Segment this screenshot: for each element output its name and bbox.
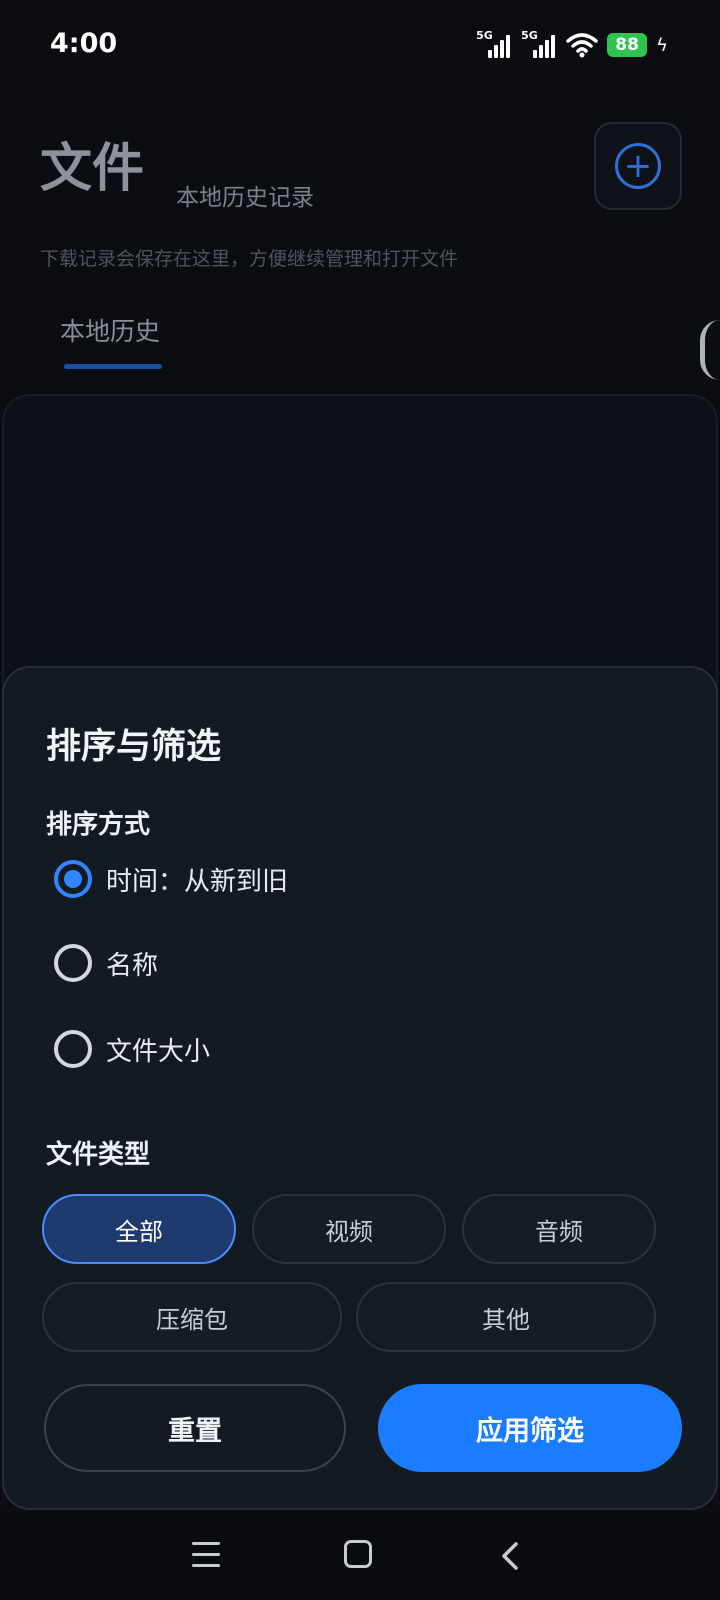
wifi-icon <box>566 33 598 58</box>
radio-unchecked-icon[interactable] <box>54 944 92 982</box>
chip-all[interactable]: 全部 <box>42 1194 236 1264</box>
reset-button[interactable]: 重置 <box>44 1384 346 1472</box>
screen: 4:00 5G 5G 88 ϟ 文件 本地历史记录 + 下载记录会保存在这里，方… <box>0 0 720 1600</box>
back-chevron-icon[interactable] <box>500 1542 520 1570</box>
sort-option-label: 名称 <box>106 950 159 981</box>
sort-option-label: 时间：从新到旧 <box>106 866 289 897</box>
chip-video[interactable]: 视频 <box>252 1194 446 1264</box>
chip-audio[interactable]: 音频 <box>462 1194 656 1264</box>
chip-other[interactable]: 其他 <box>356 1282 656 1352</box>
plus-circle-icon: + <box>615 143 661 189</box>
signal-icon: 5G <box>521 29 557 58</box>
navigation-bar <box>0 1512 720 1600</box>
battery-icon: 88 <box>607 33 648 57</box>
signal-icon: 5G <box>476 29 512 58</box>
type-section-label: 文件类型 <box>46 1140 151 1170</box>
sort-option-size[interactable]: 文件大小 <box>54 1024 210 1074</box>
tab-local-history[interactable]: 本地历史 <box>60 312 160 348</box>
sort-option-time[interactable]: 时间：从新到旧 <box>54 854 288 904</box>
sheet-title: 排序与筛选 <box>46 727 222 767</box>
charging-icon: ϟ <box>656 34 668 56</box>
sort-section-label: 排序方式 <box>46 810 151 840</box>
tab-indicator <box>64 364 162 369</box>
sort-option-label: 文件大小 <box>106 1036 211 1067</box>
chip-archive[interactable]: 压缩包 <box>42 1282 342 1352</box>
page-description: 下载记录会保存在这里，方便继续管理和打开文件 <box>40 248 459 270</box>
status-bar: 4:00 5G 5G 88 ϟ <box>0 0 720 92</box>
apply-filter-button[interactable]: 应用筛选 <box>378 1384 682 1472</box>
status-icons: 5G 5G 88 ϟ <box>476 29 668 58</box>
edge-handle[interactable] <box>700 320 720 380</box>
sort-filter-sheet: 排序与筛选 排序方式 时间：从新到旧 名称 文件大小 文件类型 全部 视频 音频… <box>2 666 718 1510</box>
signal-tag: 5G <box>521 29 538 42</box>
menu-icon[interactable] <box>192 1542 220 1568</box>
add-button[interactable]: + <box>594 122 682 210</box>
radio-unchecked-icon[interactable] <box>54 1030 92 1068</box>
page-subtitle: 本地历史记录 <box>176 185 314 211</box>
radio-checked-icon[interactable] <box>54 860 92 898</box>
page-title: 文件 <box>40 139 145 199</box>
home-square-icon[interactable] <box>344 1540 372 1568</box>
sort-option-name[interactable]: 名称 <box>54 938 158 988</box>
signal-tag: 5G <box>476 29 493 42</box>
status-time: 4:00 <box>50 28 118 59</box>
